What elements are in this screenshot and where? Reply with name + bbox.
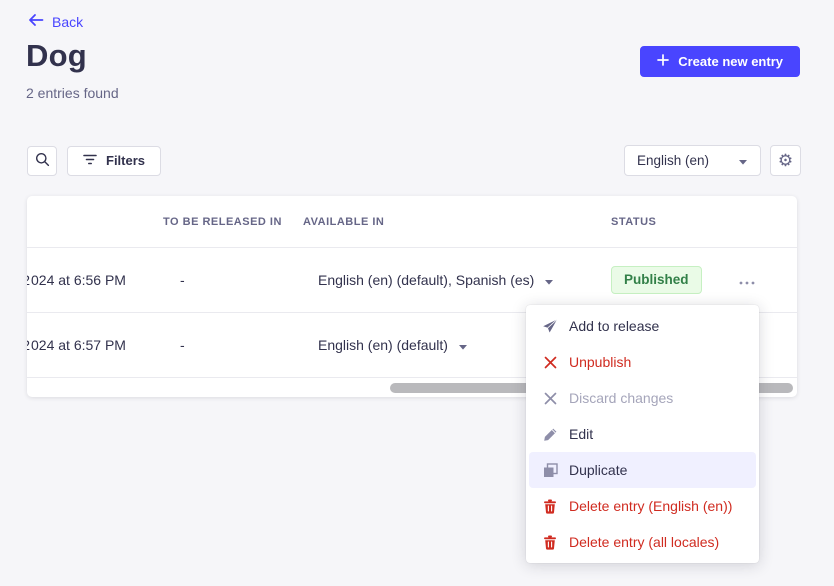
locales-text: English (en) (default) — [318, 337, 448, 353]
row-actions-menu: Add to release Unpublish Discard changes… — [526, 305, 759, 563]
create-new-entry-label: Create new entry — [678, 54, 783, 69]
back-link[interactable]: Back — [28, 13, 83, 30]
status-badge: Published — [611, 266, 702, 294]
cell-status: Published — [611, 266, 713, 294]
menu-item-label: Edit — [569, 426, 593, 442]
column-header-status[interactable]: Status — [611, 216, 713, 228]
more-options-icon — [739, 273, 755, 288]
back-label: Back — [52, 14, 83, 30]
cell-date: 2024 at 6:57 PM — [27, 337, 163, 353]
list-toolbar: Filters English (en) ⚙ — [27, 145, 801, 176]
menu-item-unpublish[interactable]: Unpublish — [529, 344, 756, 380]
clipped-character: 2 — [27, 272, 30, 288]
arrow-left-icon — [28, 13, 44, 30]
menu-item-label: Delete entry (all locales) — [569, 534, 719, 550]
clipped-character: 2 — [27, 337, 30, 353]
chevron-down-icon — [738, 153, 748, 168]
date-text: 024 at 6:57 PM — [31, 337, 126, 353]
menu-item-label: Unpublish — [569, 354, 631, 370]
row-actions-button[interactable] — [735, 269, 759, 292]
column-header-available-in[interactable]: Available in — [303, 216, 611, 228]
locale-select[interactable]: English (en) — [624, 145, 761, 176]
menu-item-edit[interactable]: Edit — [529, 416, 756, 452]
duplicate-icon — [542, 462, 558, 478]
table-header-row: To be released in Available in Status — [27, 196, 797, 248]
column-header-to-be-released-in[interactable]: To be released in — [163, 216, 303, 228]
cross-icon — [542, 354, 558, 370]
pencil-icon — [542, 426, 558, 442]
menu-item-discard-changes[interactable]: Discard changes — [529, 380, 756, 416]
date-text: 024 at 6:56 PM — [31, 272, 126, 288]
create-new-entry-button[interactable]: Create new entry — [640, 46, 800, 77]
filter-icon — [83, 153, 97, 168]
cell-available-in: English (en) (default), Spanish (es) — [303, 272, 611, 288]
menu-item-delete-entry-locale[interactable]: Delete entry (English (en)) — [529, 488, 756, 524]
filters-button[interactable]: Filters — [67, 146, 161, 176]
search-button[interactable] — [27, 146, 57, 176]
locale-select-value: English (en) — [637, 153, 709, 168]
filters-label: Filters — [106, 153, 145, 168]
page-title: Dog — [26, 38, 87, 74]
menu-item-label: Delete entry (English (en)) — [569, 498, 732, 514]
menu-item-label: Add to release — [569, 318, 659, 334]
paper-plane-icon — [542, 318, 558, 334]
cell-date: 2024 at 6:56 PM — [27, 272, 163, 288]
chevron-down-icon[interactable] — [458, 337, 468, 353]
menu-item-add-to-release[interactable]: Add to release — [529, 308, 756, 344]
cell-to-be-released-in: - — [163, 337, 303, 353]
locales-text: English (en) (default), Spanish (es) — [318, 272, 534, 288]
cell-actions — [713, 269, 797, 292]
content-manager-page: Back Dog 2 entries found Create new entr… — [0, 0, 834, 586]
plus-icon — [657, 54, 669, 69]
toolbar-right-group: English (en) ⚙ — [624, 145, 801, 176]
entries-count: 2 entries found — [26, 85, 119, 101]
menu-item-delete-entry-all-locales[interactable]: Delete entry (all locales) — [529, 524, 756, 560]
table-row[interactable]: 2024 at 6:56 PM - English (en) (default)… — [27, 248, 797, 313]
gear-icon: ⚙ — [778, 152, 793, 169]
chevron-down-icon[interactable] — [544, 272, 554, 288]
cross-icon — [542, 390, 558, 406]
settings-button[interactable]: ⚙ — [770, 145, 801, 176]
search-icon — [35, 152, 50, 170]
menu-item-duplicate[interactable]: Duplicate — [529, 452, 756, 488]
trash-icon — [542, 534, 558, 550]
cell-to-be-released-in: - — [163, 272, 303, 288]
menu-item-label: Discard changes — [569, 390, 673, 406]
menu-item-label: Duplicate — [569, 462, 627, 478]
trash-icon — [542, 498, 558, 514]
